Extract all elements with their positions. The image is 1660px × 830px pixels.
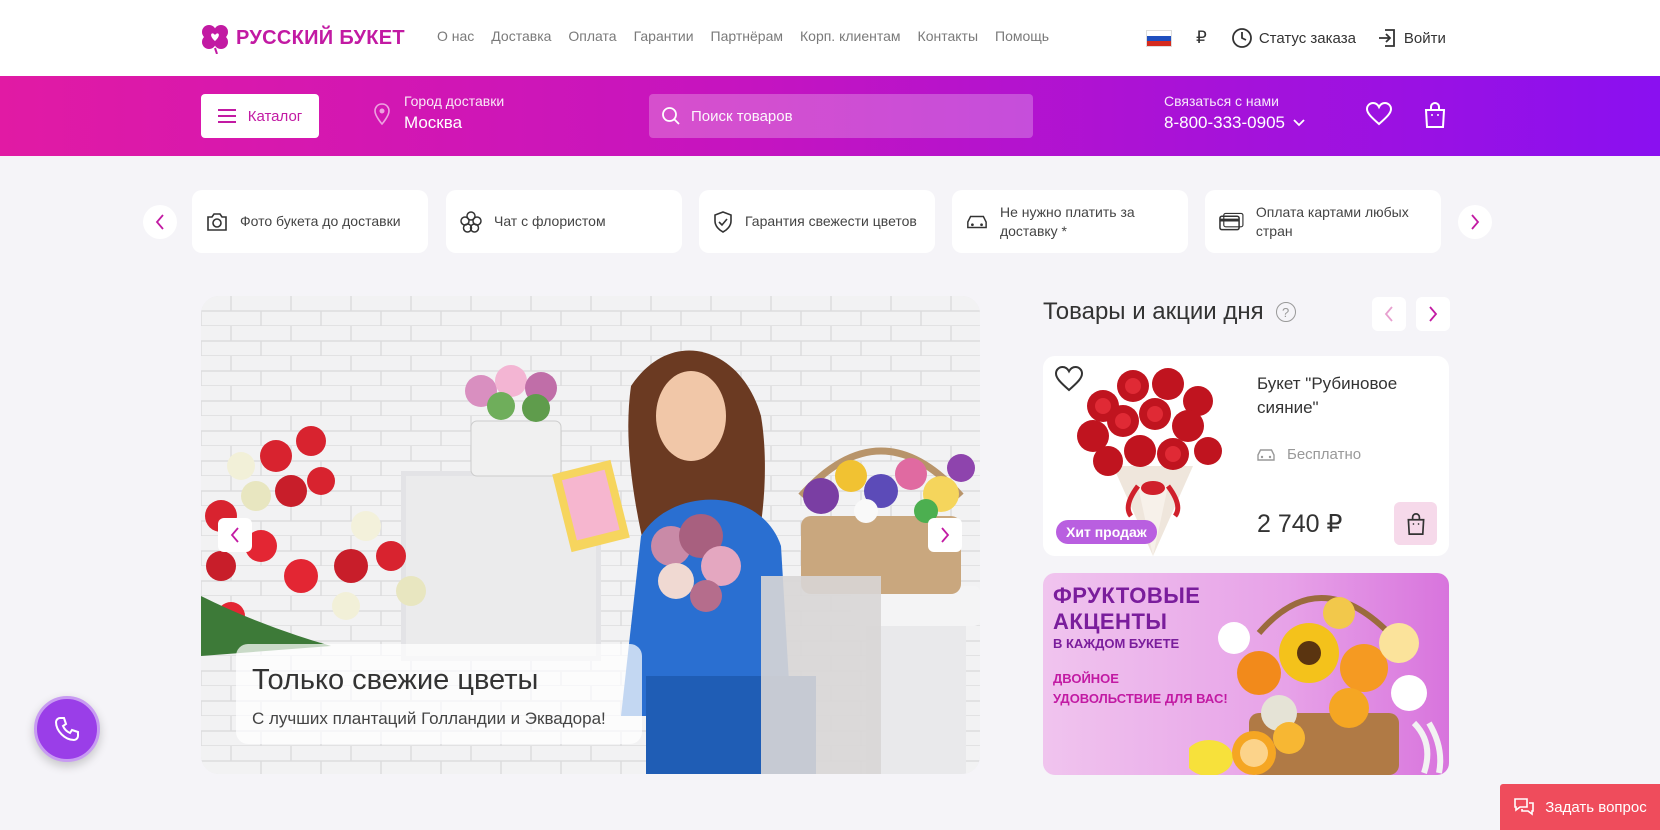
- city-value: Москва: [404, 113, 463, 132]
- add-to-cart-button[interactable]: [1394, 502, 1437, 545]
- top-right-tools: ₽ Статус заказа Войти: [1146, 24, 1446, 52]
- feature-cards: Оплата картами любых стран: [1205, 190, 1441, 253]
- feature-free-delivery-text: Не нужно платить за доставку *: [999, 203, 1135, 239]
- car-icon: [1257, 448, 1275, 461]
- day-deals-title-text: Товары и акции дня: [1043, 298, 1264, 325]
- bag-icon: [1406, 512, 1425, 535]
- heart-icon[interactable]: [1366, 102, 1392, 126]
- promo-detail-1: ДВОЙНОЕ: [1053, 671, 1119, 686]
- city-label: Город доставки: [404, 93, 505, 109]
- chevron-left-icon: [230, 527, 239, 543]
- nav-help[interactable]: Помощь: [995, 28, 1049, 44]
- order-status-label: Статус заказа: [1258, 29, 1356, 47]
- logo[interactable]: РУССКИЙ БУКЕТ: [200, 20, 405, 56]
- ask-question-label: Задать вопрос: [1545, 798, 1647, 816]
- features-next-button[interactable]: [1458, 205, 1492, 239]
- main-header: Каталог Город доставки Москва Связаться …: [0, 76, 1660, 156]
- features-prev-button[interactable]: [143, 205, 177, 239]
- nav-contacts[interactable]: Контакты: [918, 28, 978, 44]
- top-bar: РУССКИЙ БУКЕТ О нас Доставка Оплата Гара…: [0, 0, 1660, 76]
- shield-check-icon: [714, 210, 732, 233]
- product-price: 2 740 ₽: [1257, 510, 1343, 538]
- product-shipping: Бесплатно: [1257, 446, 1361, 463]
- phone-icon: [54, 717, 79, 742]
- product-shipping-text: Бесплатно: [1287, 446, 1362, 463]
- contact-label: Связаться с нами: [1164, 93, 1279, 109]
- promo-headline-2: АКЦЕНТЫ: [1053, 609, 1168, 634]
- help-icon[interactable]: ?: [1275, 302, 1296, 322]
- flower-icon: [460, 210, 482, 233]
- logo-flower-icon: [202, 25, 228, 54]
- promo-headline-1: ФРУКТОВЫЕ: [1053, 583, 1201, 608]
- banner-caption: Только свежие цветы С лучших плантаций Г…: [236, 644, 642, 744]
- hero-banner[interactable]: Только свежие цветы С лучших плантаций Г…: [201, 296, 980, 774]
- promo-image: [1189, 595, 1444, 775]
- order-status-link[interactable]: Статус заказа: [1231, 27, 1356, 49]
- banner-title: Только свежие цветы: [252, 664, 539, 696]
- chevron-right-icon: [1429, 306, 1438, 322]
- clock-icon: [1231, 28, 1252, 48]
- feature-chat: Чат с флористом: [446, 190, 682, 253]
- hit-badge: Хит продаж: [1056, 520, 1157, 544]
- promo-sub: В КАЖДОМ БУКЕТЕ: [1053, 636, 1180, 651]
- chevron-right-icon: [1471, 214, 1480, 230]
- login-label: Войти: [1403, 29, 1446, 47]
- top-nav: О нас Доставка Оплата Гарантии Партнёрам…: [437, 28, 1049, 44]
- chevron-left-icon: [1384, 306, 1393, 322]
- favorite-heart-icon[interactable]: [1055, 366, 1083, 392]
- catalog-label: Каталог: [247, 107, 303, 125]
- chevron-down-icon: [1293, 119, 1305, 127]
- feature-freshness: Гарантия свежести цветов: [699, 190, 935, 253]
- feature-chat-text: Чат с флористом: [494, 213, 606, 229]
- search-box[interactable]: [649, 94, 1033, 138]
- nav-about[interactable]: О нас: [437, 28, 474, 44]
- promo-banner[interactable]: ФРУКТОВЫЕ АКЦЕНТЫ В КАЖДОМ БУКЕТЕ ДВОЙНО…: [1043, 573, 1449, 775]
- contact-us[interactable]: Связаться с нами 8-800-333-0905: [1164, 93, 1305, 133]
- bag-icon[interactable]: [1424, 102, 1446, 128]
- currency-selector[interactable]: ₽: [1196, 28, 1207, 48]
- day-deals-title: Товары и акции дня ?: [1043, 298, 1296, 326]
- login-link[interactable]: Войти: [1376, 27, 1446, 49]
- feature-photo: Фото букета до доставки: [192, 190, 428, 253]
- russia-flag-icon[interactable]: [1146, 29, 1172, 47]
- chevron-left-icon: [155, 214, 164, 230]
- delivery-city-selector[interactable]: Город доставки Москва: [374, 93, 504, 133]
- product-name[interactable]: Букет "Рубиновое сияние": [1257, 372, 1427, 420]
- ask-question-button[interactable]: Задать вопрос: [1500, 784, 1660, 830]
- chat-icon: [1514, 798, 1535, 816]
- catalog-button[interactable]: Каталог: [201, 94, 319, 138]
- deals-prev-button[interactable]: [1372, 297, 1406, 331]
- camera-icon: [207, 212, 227, 231]
- card-icon: [1219, 212, 1244, 230]
- search-icon: [662, 107, 680, 125]
- search-input[interactable]: [691, 107, 991, 125]
- call-button[interactable]: [34, 696, 100, 762]
- feature-freshness-text: Гарантия свежести цветов: [745, 213, 917, 229]
- nav-partners[interactable]: Партнёрам: [711, 28, 783, 44]
- chevron-right-icon: [941, 527, 950, 543]
- nav-corporate[interactable]: Корп. клиентам: [800, 28, 901, 44]
- feature-photo-text: Фото букета до доставки: [240, 213, 401, 229]
- promo-detail: ДВОЙНОЕ УДОВОЛЬСТВИЕ ДЛЯ ВАС!: [1053, 669, 1228, 709]
- banner-next-button[interactable]: [928, 518, 962, 552]
- logo-text: РУССКИЙ БУКЕТ: [236, 26, 405, 49]
- banner-subtitle: С лучших плантаций Голландии и Эквадора!: [252, 709, 606, 728]
- deals-next-button[interactable]: [1416, 297, 1450, 331]
- promo-detail-2: УДОВОЛЬСТВИЕ ДЛЯ ВАС!: [1053, 691, 1228, 706]
- location-pin-icon: [374, 103, 390, 125]
- login-icon: [1378, 29, 1395, 47]
- nav-guarantees[interactable]: Гарантии: [634, 28, 694, 44]
- banner-prev-button[interactable]: [218, 518, 252, 552]
- menu-icon: [217, 109, 236, 123]
- nav-delivery[interactable]: Доставка: [491, 28, 551, 44]
- promo-headline: ФРУКТОВЫЕ АКЦЕНТЫ: [1053, 583, 1200, 635]
- contact-phone: 8-800-333-0905: [1164, 113, 1285, 132]
- feature-free-delivery: Не нужно платить за доставку *: [952, 190, 1188, 253]
- product-card[interactable]: Хит продаж Букет "Рубиновое сияние" Бесп…: [1043, 356, 1449, 556]
- car-icon: [967, 215, 987, 228]
- feature-cards-text: Оплата картами любых стран: [1255, 203, 1409, 239]
- nav-payment[interactable]: Оплата: [568, 28, 616, 44]
